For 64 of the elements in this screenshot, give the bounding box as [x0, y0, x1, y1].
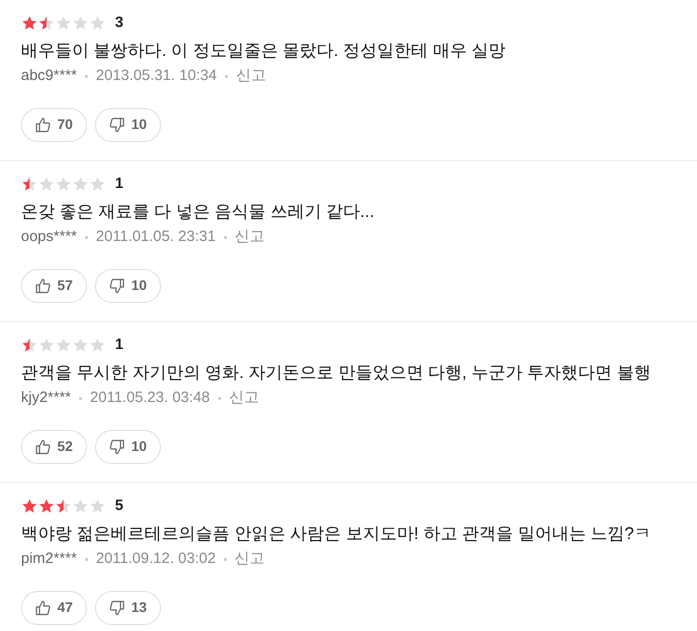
author-id: abc9****	[21, 66, 77, 86]
report-link[interactable]: 신고	[228, 387, 259, 410]
separator-dot	[84, 558, 88, 561]
star-icon	[21, 498, 38, 514]
star-icon	[89, 176, 106, 192]
like-button[interactable]: 70	[21, 108, 87, 142]
review-text: 관객을 무시한 자기만의 영화. 자기돈으로 만들었으면 다행, 누군가 투자했다면 불행	[21, 362, 652, 384]
report-link[interactable]: 신고	[236, 65, 266, 88]
review-date: 2011.05.23. 03:48	[90, 388, 210, 408]
like-button[interactable]: 52	[21, 430, 87, 464]
star-icon	[89, 498, 106, 514]
star-icon	[55, 176, 72, 192]
star-icon	[72, 498, 89, 514]
star-icon	[89, 336, 106, 354]
star-icon	[55, 14, 72, 32]
thumbs-down-icon	[109, 438, 126, 454]
like-button[interactable]: 57	[21, 268, 87, 302]
separator-dot	[84, 74, 88, 78]
thumbs-down-icon	[109, 278, 126, 294]
rating-score: 5	[115, 496, 124, 516]
star-icon	[38, 14, 55, 32]
star-icon	[55, 336, 72, 354]
author-id: kjy2****	[21, 388, 72, 408]
review-date: 2011.01.05. 23:31	[96, 227, 216, 247]
star-icon	[38, 176, 55, 192]
thumbs-down-icon	[109, 116, 126, 132]
thumbs-up-icon	[35, 438, 52, 454]
star-icon	[72, 14, 89, 32]
star-icon	[72, 176, 89, 192]
star-icon	[89, 14, 106, 32]
review-date: 2011.09.12. 03:02	[96, 549, 216, 569]
star-icon	[21, 336, 38, 354]
dislike-button[interactable]: 10	[95, 268, 161, 302]
review-text: 온갖 좋은 재료를 다 넣은 음식물 쓰레기 같다...	[21, 201, 376, 223]
review-text: 배우들이 불쌍하다. 이 정도일줄은 몰랐다. 정성일한테 매우 실망	[21, 40, 507, 62]
dislike-button[interactable]: 10	[95, 108, 161, 142]
report-link[interactable]: 신고	[234, 548, 265, 570]
star-icon	[55, 498, 72, 514]
thumbs-up-icon	[35, 600, 52, 616]
separator-dot	[224, 74, 228, 78]
review-date: 2013.05.31. 10:34	[96, 66, 217, 86]
author-id: pim2****	[21, 549, 77, 569]
star-icon	[38, 336, 55, 354]
star-icon	[72, 336, 89, 354]
thumbs-up-icon	[35, 116, 52, 132]
rating-score: 3	[115, 12, 124, 33]
report-link[interactable]: 신고	[234, 226, 265, 248]
star-icon	[21, 176, 38, 192]
rating-score: 1	[115, 334, 124, 355]
review-text: 백야랑 젊은베르테르의슬픔 안읽은 사람은 보지도마! 하고 관객을 밀어내는 느낌?ㅋ	[21, 523, 652, 545]
star-icon	[21, 14, 38, 32]
thumbs-down-icon	[109, 600, 126, 616]
star-icon	[38, 498, 55, 514]
separator-dot	[218, 396, 221, 400]
separator-dot	[224, 236, 227, 239]
like-button[interactable]: 47	[21, 590, 87, 624]
dislike-button[interactable]: 10	[95, 430, 161, 464]
separator-dot	[79, 396, 82, 400]
dislike-button[interactable]: 13	[95, 590, 161, 624]
author-id: oops****	[21, 227, 77, 247]
rating-score: 1	[115, 174, 124, 194]
thumbs-up-icon	[35, 278, 52, 294]
separator-dot	[224, 558, 227, 561]
separator-dot	[84, 236, 88, 239]
